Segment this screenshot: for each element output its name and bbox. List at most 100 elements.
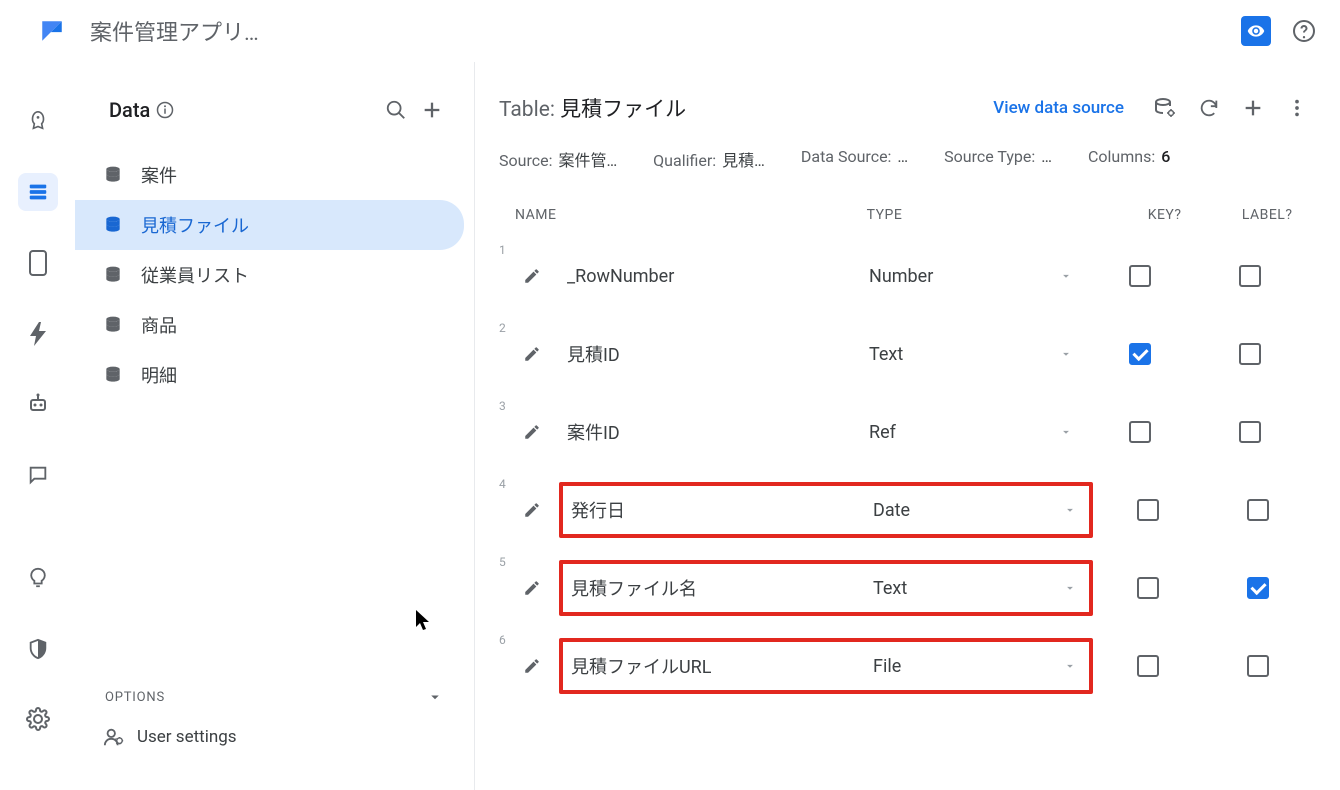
table-header: Table: 見積ファイル	[499, 93, 686, 123]
edit-column-button[interactable]	[523, 267, 559, 285]
more-button[interactable]	[1278, 89, 1316, 127]
content-area: Table: 見積ファイル View data source Source:案件…	[475, 62, 1340, 790]
table-item-label: 従業員リスト	[141, 262, 249, 288]
key-checkbox[interactable]	[1137, 577, 1159, 599]
rocket-icon	[27, 110, 49, 132]
options-toggle[interactable]: OPTIONS	[95, 680, 454, 714]
rail-views[interactable]	[18, 243, 58, 282]
user-settings-link[interactable]: User settings	[95, 714, 454, 760]
row-number: 2	[499, 321, 506, 335]
column-type-select[interactable]: Text	[873, 578, 1089, 599]
column-type-select[interactable]: Text	[869, 344, 1085, 365]
edit-column-button[interactable]	[523, 579, 559, 597]
column-type-select[interactable]: Date	[873, 500, 1089, 521]
rail-automation[interactable]	[18, 385, 58, 424]
user-settings-label: User settings	[137, 727, 237, 747]
column-name[interactable]: _RowNumber	[559, 266, 869, 287]
more-vert-icon	[1286, 97, 1308, 119]
label-checkbox[interactable]	[1247, 499, 1269, 521]
key-checkbox[interactable]	[1129, 421, 1151, 443]
rail-data[interactable]	[18, 173, 58, 212]
search-tables-button[interactable]	[378, 92, 414, 128]
label-checkbox[interactable]	[1247, 577, 1269, 599]
meta-source-type[interactable]: Source Type:…	[944, 147, 1052, 171]
meta-qualifier[interactable]: Qualifier:見積…	[653, 147, 765, 171]
row-number: 4	[499, 477, 506, 491]
column-name[interactable]: 見積ファイル名	[563, 575, 873, 601]
column-row: 4 発行日Date	[499, 471, 1316, 549]
header-key[interactable]: KEY?	[1111, 207, 1218, 223]
help-button[interactable]	[1284, 11, 1324, 51]
column-name[interactable]: 案件ID	[559, 419, 869, 445]
column-type-select[interactable]: Number	[869, 266, 1085, 287]
chevron-down-icon	[1059, 425, 1073, 439]
key-checkbox[interactable]	[1137, 655, 1159, 677]
edit-column-button[interactable]	[523, 345, 559, 363]
table-item[interactable]: 明細	[75, 350, 474, 400]
meta-source[interactable]: Source:案件管…	[499, 147, 617, 171]
column-row: 2 見積IDText	[499, 315, 1316, 393]
column-type-select[interactable]: Ref	[869, 422, 1085, 443]
edit-column-button[interactable]	[523, 501, 559, 519]
column-name[interactable]: 発行日	[563, 497, 873, 523]
rail-chat[interactable]	[18, 456, 58, 495]
key-checkbox[interactable]	[1129, 343, 1151, 365]
rail-intelligence[interactable]	[18, 558, 58, 597]
chat-icon	[27, 464, 49, 486]
rail-settings[interactable]	[18, 700, 58, 739]
info-icon[interactable]	[156, 101, 174, 119]
edit-column-button[interactable]	[523, 657, 559, 675]
label-checkbox[interactable]	[1247, 655, 1269, 677]
label-checkbox[interactable]	[1239, 343, 1261, 365]
database-icon	[103, 315, 123, 335]
eye-icon	[1247, 22, 1265, 40]
column-name[interactable]: 見積ファイルURL	[563, 653, 873, 679]
options-label: OPTIONS	[105, 690, 165, 705]
meta-columns: Columns:6	[1088, 147, 1170, 171]
rail-actions[interactable]	[18, 314, 58, 353]
label-checkbox[interactable]	[1239, 421, 1261, 443]
chevron-down-icon	[426, 688, 444, 706]
key-checkbox[interactable]	[1129, 265, 1151, 287]
data-icon	[27, 181, 49, 203]
add-table-button[interactable]	[414, 92, 450, 128]
chevron-down-icon	[1063, 581, 1077, 595]
preview-button[interactable]	[1236, 11, 1276, 51]
table-item[interactable]: 見積ファイル	[75, 200, 464, 250]
rail-security[interactable]	[18, 629, 58, 668]
column-type-select[interactable]: File	[873, 656, 1089, 677]
database-icon	[103, 215, 123, 235]
database-icon	[103, 165, 123, 185]
gear-icon	[26, 707, 50, 731]
appsheet-logo	[36, 15, 68, 47]
meta-data-source[interactable]: Data Source:…	[801, 147, 908, 171]
table-item-label: 商品	[141, 312, 177, 338]
chevron-down-icon	[1059, 347, 1073, 361]
rail-home[interactable]	[18, 102, 58, 141]
edit-column-button[interactable]	[523, 423, 559, 441]
table-item[interactable]: 商品	[75, 300, 474, 350]
header-label[interactable]: LABEL?	[1218, 207, 1316, 223]
table-item-label: 見積ファイル	[141, 212, 249, 238]
bulb-icon	[27, 567, 49, 589]
regenerate-button[interactable]	[1190, 89, 1228, 127]
table-item[interactable]: 従業員リスト	[75, 250, 474, 300]
header-type[interactable]: TYPE	[867, 207, 1111, 223]
label-checkbox[interactable]	[1239, 265, 1261, 287]
plus-icon	[421, 99, 443, 121]
columns-body: 1_RowNumberNumber2見積IDText3案件IDRef4発行日Da…	[499, 237, 1316, 705]
row-number: 3	[499, 399, 506, 413]
view-data-source-link[interactable]: View data source	[993, 98, 1124, 118]
bolt-icon	[30, 322, 46, 346]
add-column-button[interactable]	[1234, 89, 1272, 127]
column-name[interactable]: 見積ID	[559, 341, 869, 367]
header-name[interactable]: NAME	[515, 207, 867, 223]
datasource-settings-button[interactable]	[1146, 89, 1184, 127]
column-row: 5 見積ファイル名Text	[499, 549, 1316, 627]
columns-header: NAME TYPE KEY? LABEL?	[499, 193, 1316, 237]
table-item[interactable]: 案件	[75, 150, 474, 200]
row-number: 5	[499, 555, 506, 569]
chevron-down-icon	[1063, 503, 1077, 517]
column-row: 6見積ファイルURLFile	[499, 627, 1316, 705]
key-checkbox[interactable]	[1137, 499, 1159, 521]
